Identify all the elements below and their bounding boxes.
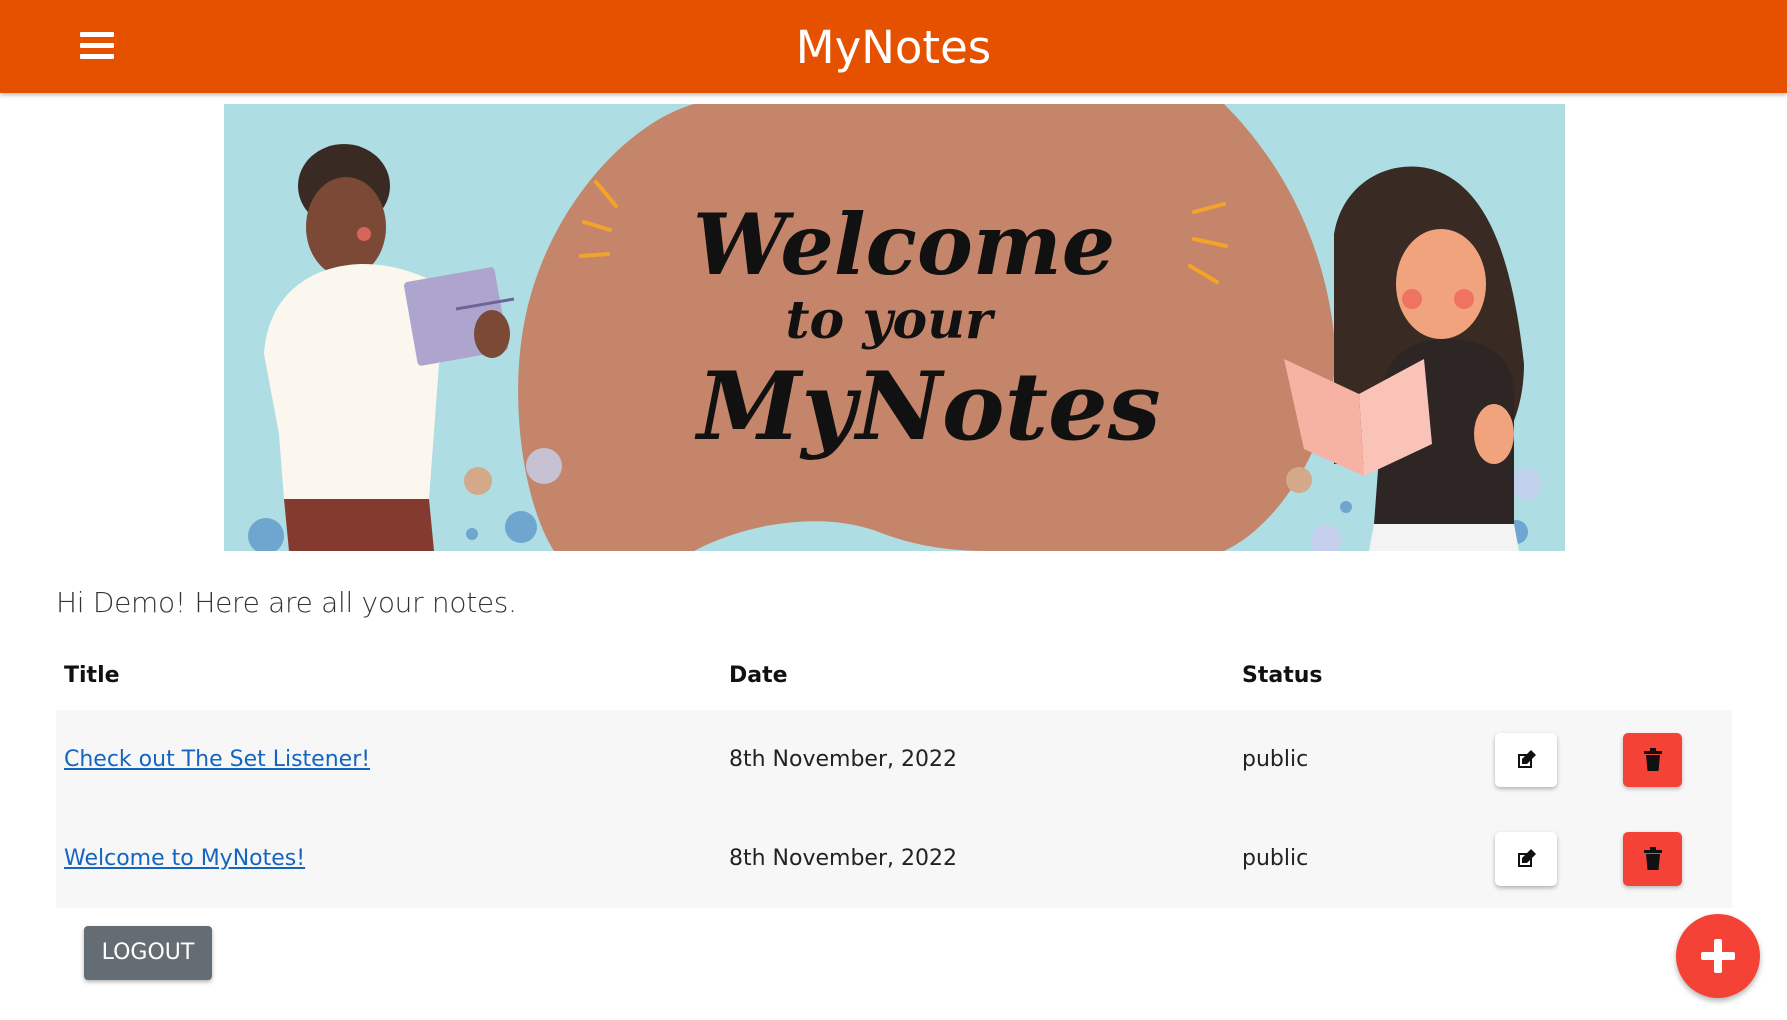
greeting-text: Hi Demo! Here are all your notes. bbox=[56, 586, 517, 619]
note-status-cell: public bbox=[1234, 809, 1487, 908]
welcome-banner: Welcome to your MyNotes bbox=[224, 104, 1565, 551]
delete-note-button[interactable] bbox=[1623, 732, 1682, 787]
note-title-link[interactable]: Check out The Set Listener! bbox=[64, 747, 370, 772]
note-status-cell: public bbox=[1234, 710, 1487, 809]
note-date-cell: 8th November, 2022 bbox=[721, 710, 1234, 809]
banner-line-3: MyNotes bbox=[694, 352, 1160, 462]
column-header-title: Title bbox=[64, 662, 120, 688]
note-title-cell: Welcome to MyNotes! bbox=[56, 809, 721, 908]
note-title-cell: Check out The Set Listener! bbox=[56, 710, 721, 809]
edit-icon bbox=[1518, 848, 1536, 867]
trash-icon bbox=[1643, 846, 1662, 870]
app-title[interactable]: MyNotes bbox=[0, 20, 1787, 76]
banner-line-1: Welcome bbox=[693, 195, 1115, 294]
banner-line-2: to your bbox=[786, 290, 997, 351]
column-header-edit bbox=[1487, 640, 1615, 710]
edit-note-button[interactable] bbox=[1495, 732, 1557, 787]
notes-table: Title Date Status Check out The Set List… bbox=[56, 640, 1732, 908]
logout-button[interactable]: LOGOUT bbox=[84, 926, 212, 980]
column-header-status: Status bbox=[1242, 662, 1323, 688]
top-navbar: MyNotes bbox=[0, 0, 1787, 93]
table-header-row: Title Date Status bbox=[56, 640, 1732, 710]
column-header-date: Date bbox=[729, 662, 788, 688]
edit-icon bbox=[1518, 749, 1536, 768]
table-row: Welcome to MyNotes! 8th November, 2022 p… bbox=[56, 809, 1732, 908]
note-title-link[interactable]: Welcome to MyNotes! bbox=[64, 846, 305, 871]
trash-icon bbox=[1643, 747, 1662, 771]
edit-note-button[interactable] bbox=[1495, 831, 1557, 886]
delete-note-button[interactable] bbox=[1623, 831, 1682, 886]
column-header-delete bbox=[1615, 640, 1732, 710]
add-note-button[interactable] bbox=[1676, 914, 1760, 998]
table-row: Check out The Set Listener! 8th November… bbox=[56, 710, 1732, 809]
note-date-cell: 8th November, 2022 bbox=[721, 809, 1234, 908]
